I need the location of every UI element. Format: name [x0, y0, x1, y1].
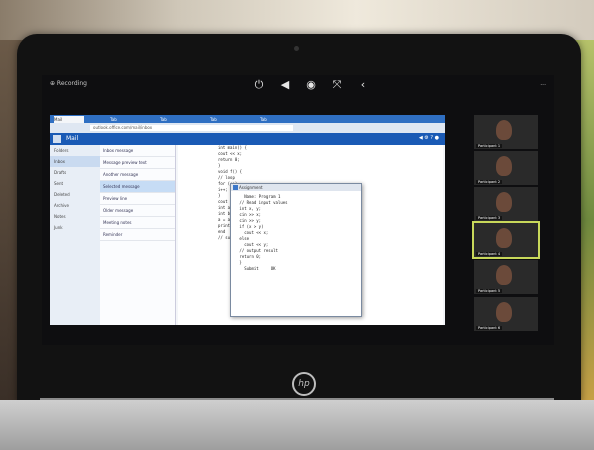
participant-video	[496, 156, 512, 176]
participant-name: Participant 2	[476, 180, 503, 184]
participant-video	[496, 192, 512, 212]
list-item[interactable]: Another message	[100, 169, 175, 181]
window-icon	[233, 185, 238, 190]
participant-name: Participant 4	[476, 252, 503, 256]
webcam	[294, 46, 299, 51]
folder-item[interactable]: Archive	[50, 200, 100, 211]
participant-tile[interactable]: Participant 1	[474, 115, 538, 149]
participant-tile[interactable]: Participant 6	[474, 297, 538, 331]
laptop-screen: ⊕ Recording ⏻ ◀ ◉ ⤧ ‹ ... Mail Tab Tab T…	[42, 75, 554, 345]
keyboard-deck	[0, 400, 594, 450]
participant-tile[interactable]: Participant 4	[472, 221, 540, 259]
url-input[interactable]: outlook.office.com/mail/inbox	[90, 125, 293, 131]
message-list: Inbox message Message preview text Anoth…	[100, 145, 176, 325]
chevron-left-icon[interactable]: ‹	[356, 78, 370, 92]
app-launcher-icon[interactable]	[53, 135, 61, 143]
list-item[interactable]: Message preview text	[100, 157, 175, 169]
list-item[interactable]: Reminder	[100, 229, 175, 241]
browser-tab[interactable]: Tab	[260, 116, 290, 123]
folder-item[interactable]: Deleted	[50, 189, 100, 200]
participant-video	[496, 265, 512, 285]
folder-item[interactable]: Junk	[50, 222, 100, 233]
list-item[interactable]: Older message	[100, 205, 175, 217]
participant-tile[interactable]: Participant 5	[474, 260, 538, 294]
folder-pane: Folders Inbox Drafts Sent Deleted Archiv…	[50, 145, 100, 325]
browser-tab[interactable]: Mail	[54, 116, 84, 123]
browser-tab[interactable]: Tab	[160, 116, 190, 123]
list-item[interactable]: Preview line	[100, 193, 175, 205]
participant-tile[interactable]: Participant 2	[474, 151, 538, 185]
participant-video	[496, 302, 512, 322]
zoom-controls: ⏻ ◀ ◉ ⤧ ‹	[252, 78, 370, 92]
participant-name: Participant 1	[476, 144, 503, 148]
participant-tile[interactable]: Participant 3	[474, 187, 538, 221]
hp-logo: hp	[292, 372, 316, 396]
mail-header: Mail ◀ ⚙ ? ●	[50, 133, 445, 145]
participant-name: Participant 3	[476, 216, 503, 220]
participant-name: Participant 6	[476, 326, 503, 330]
code-line: Submit OK	[237, 266, 276, 271]
participant-video-strip: Participant 1 Participant 2 Participant 3 P…	[472, 115, 540, 331]
list-item[interactable]: Inbox message	[100, 145, 175, 157]
fullscreen-icon[interactable]: ⤧	[330, 78, 344, 92]
participant-video	[496, 228, 512, 248]
mail-title: Mail	[66, 135, 79, 142]
folder-item[interactable]: Notes	[50, 211, 100, 222]
participant-name: Participant 5	[476, 289, 503, 293]
record-icon[interactable]: ◉	[304, 78, 318, 92]
folder-item[interactable]: Drafts	[50, 167, 100, 178]
popup-body: Name: Program 1 // Read input values int…	[231, 191, 361, 275]
zoom-topbar: ⊕ Recording ⏻ ◀ ◉ ⤧ ‹ ...	[42, 75, 554, 97]
header-icons[interactable]: ◀ ⚙ ? ●	[419, 135, 439, 141]
popup-title: Assignment	[231, 184, 361, 191]
recording-indicator[interactable]: ⊕ Recording	[50, 80, 87, 87]
browser-tab[interactable]: Tab	[110, 116, 140, 123]
code-popup-window[interactable]: Assignment Name: Program 1 // Read input…	[230, 183, 362, 317]
list-item[interactable]: Meeting notes	[100, 217, 175, 229]
browser-tab[interactable]: Tab	[210, 116, 240, 123]
folder-item[interactable]: Sent	[50, 178, 100, 189]
more-icon[interactable]: ...	[540, 80, 546, 87]
back-icon[interactable]: ◀	[278, 78, 292, 92]
power-icon[interactable]: ⏻	[252, 78, 266, 92]
folder-item-inbox[interactable]: Inbox	[50, 156, 100, 167]
participant-video	[496, 120, 512, 140]
list-item-selected[interactable]: Selected message	[100, 181, 175, 193]
address-bar: outlook.office.com/mail/inbox	[50, 123, 445, 133]
browser-tab-bar: Mail Tab Tab Tab Tab	[50, 115, 445, 123]
folder-item[interactable]: Folders	[50, 145, 100, 156]
